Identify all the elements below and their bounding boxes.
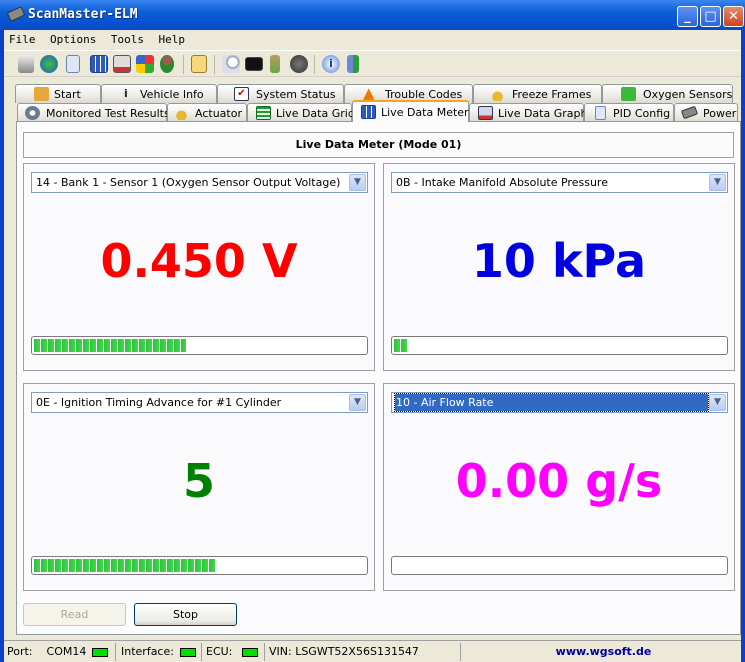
meter-value: 0.450 V: [100, 234, 298, 288]
meter-4: 10 - Air Flow Rate ▼ 0.00 g/s: [383, 383, 735, 591]
meter-2: 0B - Intake Manifold Absolute Pressure ▼ …: [383, 163, 735, 371]
list-icon: [256, 106, 271, 120]
pid-select-4[interactable]: 10 - Air Flow Rate ▼: [391, 392, 728, 413]
tab-start[interactable]: Start: [15, 84, 101, 103]
grid-icon: [361, 105, 376, 119]
joystick-icon: [490, 87, 505, 101]
ecu-status: ECU:: [203, 643, 265, 661]
joystick-icon: [174, 106, 189, 120]
terminal-icon[interactable]: [245, 57, 263, 71]
window-title: ScanMaster-ELM: [28, 7, 138, 22]
chip-icon: [6, 6, 26, 22]
ecu-label: ECU:: [206, 645, 233, 658]
panel-header: Live Data Meter (Mode 01): [23, 132, 734, 158]
status-bar: Port: COM14 Interface: ECU: VIN: LSGWT52X…: [4, 640, 741, 662]
tab-monitored-test-results[interactable]: Monitored Test Results: [17, 103, 170, 122]
port-status: Port: COM14: [4, 643, 116, 661]
toolbar-separator: [214, 55, 215, 74]
user-icon[interactable]: [160, 55, 174, 73]
vin-status: VIN: LSGWT52X56S131547: [266, 643, 461, 661]
minimize-button[interactable]: _: [677, 6, 698, 27]
info-icon[interactable]: i: [322, 55, 340, 73]
live-data-meter-panel: Live Data Meter (Mode 01) 14 - Bank 1 - …: [16, 121, 741, 635]
gauge-icon[interactable]: [290, 55, 308, 73]
meter-value: 10 kPa: [471, 234, 647, 288]
title-bar: ScanMaster-ELM _ □ ✕: [0, 0, 745, 30]
chevron-down-icon[interactable]: ▼: [709, 394, 726, 411]
interface-led: [179, 647, 196, 657]
menu-file[interactable]: File: [4, 30, 42, 46]
chip-icon: [680, 105, 699, 120]
menu-options[interactable]: Options: [45, 30, 102, 46]
menu-tools[interactable]: Tools: [106, 30, 150, 46]
pid-select-2[interactable]: 0B - Intake Manifold Absolute Pressure ▼: [391, 172, 728, 193]
chevron-down-icon[interactable]: ▼: [709, 174, 726, 191]
checkbox-icon: ✔: [234, 87, 249, 101]
stop-button[interactable]: Stop: [134, 603, 237, 626]
home-icon: [34, 87, 49, 101]
pid-select-value: 0B - Intake Manifold Absolute Pressure: [396, 176, 608, 189]
progress-bar: [31, 336, 368, 355]
globe-icon[interactable]: [40, 55, 58, 73]
menu-bar: File Options Tools Help: [4, 30, 741, 51]
battery-icon[interactable]: [270, 55, 280, 73]
close-button[interactable]: ✕: [723, 6, 744, 27]
tab-live-data-graph[interactable]: Live Data Graph: [469, 103, 587, 122]
tab-system-status[interactable]: ✔ System Status: [217, 84, 344, 103]
search-icon[interactable]: [222, 55, 240, 73]
interface-label: Interface:: [121, 645, 174, 658]
meter-value: 0.00 g/s: [455, 454, 663, 508]
menu-help[interactable]: Help: [153, 30, 191, 46]
report-icon[interactable]: [66, 55, 80, 73]
config-icon: [595, 106, 606, 120]
progress-fill: [394, 339, 408, 352]
meter-1: 14 - Bank 1 - Sensor 1 (Oxygen Sensor Ou…: [23, 163, 375, 371]
tab-pid-config[interactable]: PID Config: [584, 103, 674, 122]
connect-icon[interactable]: [18, 55, 34, 73]
meter-value: 5: [182, 454, 215, 508]
warning-icon: ▲: [363, 84, 375, 102]
meter-3: 0E - Ignition Timing Advance for #1 Cyli…: [23, 383, 375, 591]
gear-icon: [25, 106, 40, 120]
grid-icon[interactable]: [90, 55, 108, 73]
tab-actuator[interactable]: Actuator: [167, 103, 247, 122]
progress-bar: [391, 336, 728, 355]
tab-oxygen-sensors[interactable]: Oxygen Sensors: [602, 84, 733, 103]
pid-select-value: 10 - Air Flow Rate: [394, 393, 709, 412]
main-window: ScanMaster-ELM _ □ ✕ File Options Tools …: [0, 0, 745, 662]
read-button[interactable]: Read: [23, 603, 126, 626]
toolbar-separator: [314, 55, 315, 74]
port-value: COM14: [46, 645, 87, 658]
pid-select-value: 0E - Ignition Timing Advance for #1 Cyli…: [36, 396, 282, 409]
toolbar: i: [4, 52, 741, 77]
website-link[interactable]: www.wgsoft.de: [462, 643, 742, 661]
progress-bar: [31, 556, 368, 575]
pid-select-1[interactable]: 14 - Bank 1 - Sensor 1 (Oxygen Sensor Ou…: [31, 172, 368, 193]
tab-power[interactable]: Power: [674, 103, 738, 122]
chevron-down-icon[interactable]: ▼: [349, 174, 366, 191]
toolbar-separator: [183, 55, 184, 74]
progress-fill: [34, 559, 217, 572]
clipboard-icon[interactable]: [191, 55, 207, 73]
pid-select-value: 14 - Bank 1 - Sensor 1 (Oxygen Sensor Ou…: [36, 176, 341, 189]
tab-live-data-meter[interactable]: Live Data Meter: [352, 100, 469, 122]
interface-status: Interface:: [118, 643, 202, 661]
progress-bar: [391, 556, 728, 575]
sensor-icon: [621, 87, 636, 101]
graph-icon[interactable]: [113, 55, 131, 73]
chevron-down-icon[interactable]: ▼: [349, 394, 366, 411]
tab-live-data-grid[interactable]: Live Data Grid: [247, 103, 355, 122]
exit-icon[interactable]: [347, 55, 359, 73]
port-led: [92, 647, 109, 657]
tab-freeze-frames[interactable]: Freeze Frames: [473, 84, 602, 103]
info-icon: i: [124, 87, 128, 100]
progress-fill: [34, 339, 187, 352]
tab-vehicle-info[interactable]: i Vehicle Info: [101, 84, 217, 103]
port-label: Port:: [7, 645, 33, 658]
maximize-button[interactable]: □: [700, 6, 721, 27]
graph-icon: [478, 106, 493, 120]
colors-icon[interactable]: [136, 55, 154, 73]
ecu-led: [242, 647, 259, 657]
pid-select-3[interactable]: 0E - Ignition Timing Advance for #1 Cyli…: [31, 392, 368, 413]
